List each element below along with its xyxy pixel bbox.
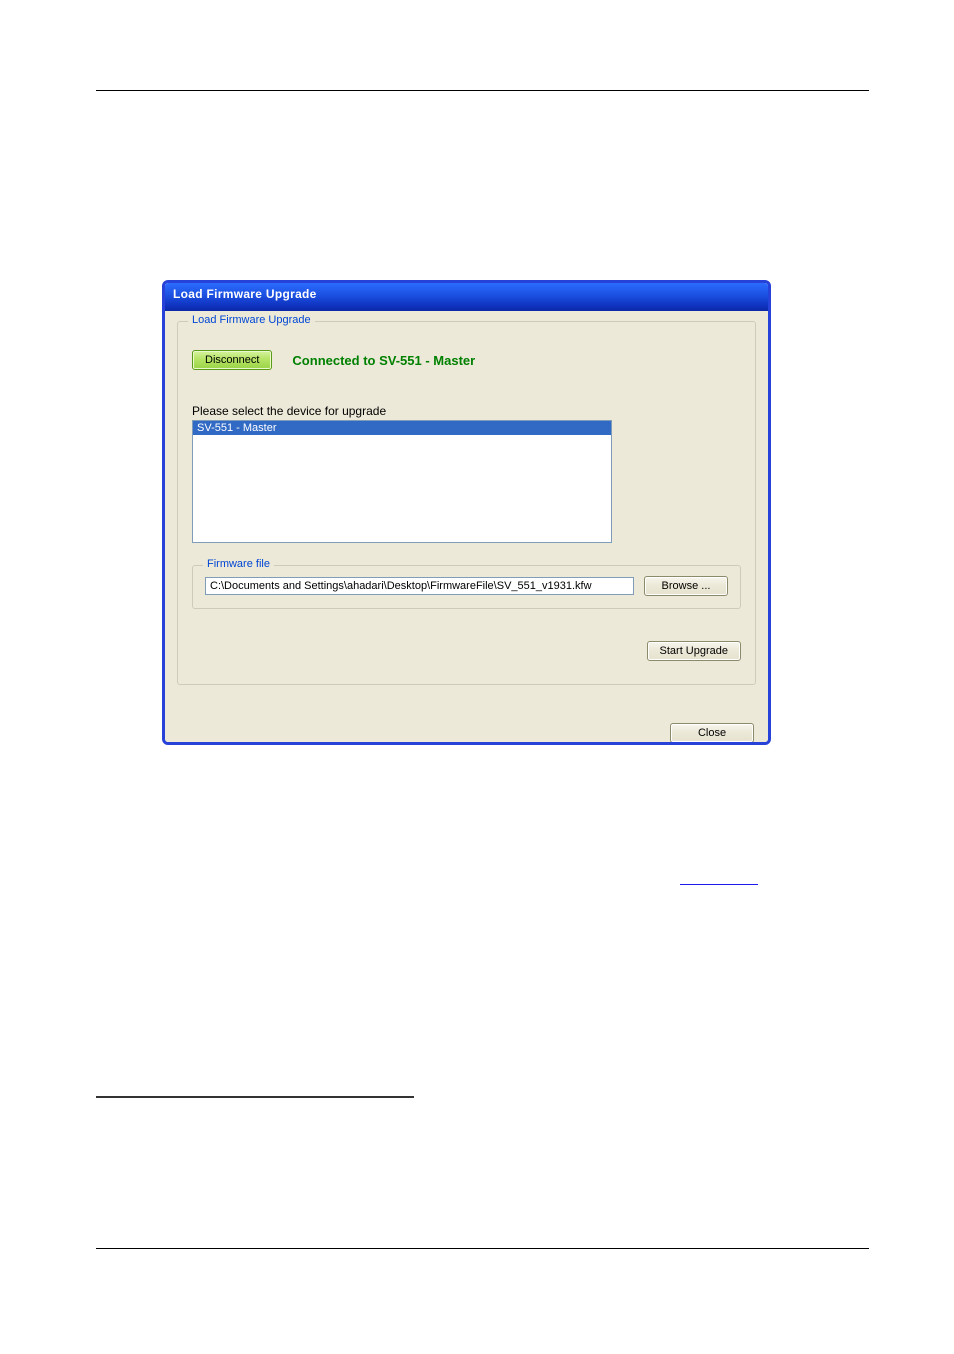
- firmware-file-groupbox: Firmware file Browse ...: [192, 565, 741, 609]
- start-upgrade-row: Start Upgrade: [192, 641, 741, 661]
- divider-footnote: [96, 1096, 414, 1098]
- connection-row: Disconnect Connected to SV-551 - Master: [192, 350, 741, 370]
- page-link-underline: [680, 870, 758, 885]
- firmware-upgrade-dialog: Load Firmware Upgrade Load Firmware Upgr…: [162, 280, 771, 745]
- close-row: Close: [177, 723, 756, 743]
- firmware-file-row: Browse ...: [205, 576, 728, 596]
- dialog-title-bar: Load Firmware Upgrade: [165, 283, 768, 311]
- device-list-item-selected[interactable]: SV-551 - Master: [193, 421, 611, 435]
- groupbox-label-firmware: Firmware file: [203, 558, 274, 570]
- dialog-title: Load Firmware Upgrade: [173, 287, 317, 301]
- connection-status: Connected to SV-551 - Master: [292, 353, 475, 368]
- groupbox-label-load: Load Firmware Upgrade: [188, 314, 315, 326]
- dialog-content: Load Firmware Upgrade Disconnect Connect…: [165, 311, 768, 745]
- page-root: Load Firmware Upgrade Load Firmware Upgr…: [0, 0, 954, 1354]
- divider-top: [96, 90, 869, 91]
- firmware-path-input[interactable]: [205, 577, 634, 595]
- disconnect-button[interactable]: Disconnect: [192, 350, 272, 370]
- device-listbox[interactable]: SV-551 - Master: [192, 420, 612, 543]
- browse-button[interactable]: Browse ...: [644, 576, 728, 596]
- device-select-label: Please select the device for upgrade: [192, 404, 741, 418]
- divider-bottom: [96, 1248, 869, 1249]
- close-button[interactable]: Close: [670, 723, 754, 743]
- load-firmware-groupbox: Load Firmware Upgrade Disconnect Connect…: [177, 321, 756, 685]
- start-upgrade-button[interactable]: Start Upgrade: [647, 641, 741, 661]
